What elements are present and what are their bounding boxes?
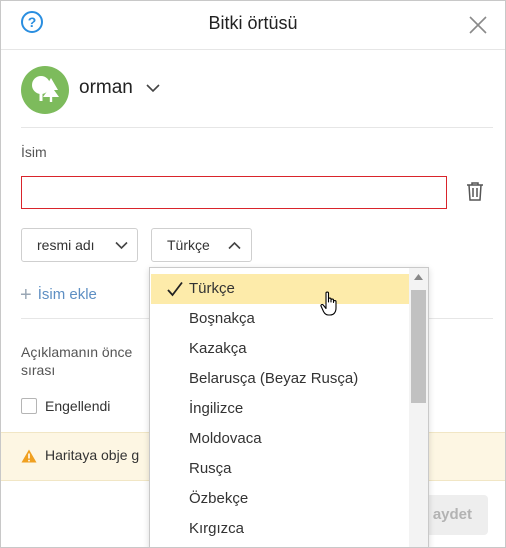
divider [21,318,151,319]
dropdown-scrollbar[interactable] [409,268,428,547]
language-option-label: Rusça [189,460,232,477]
language-option-label: Moldovaca [189,430,262,447]
warning-icon [21,449,37,463]
language-value: Türkçe [167,237,210,253]
hand-cursor-icon [320,291,337,316]
divider [21,127,493,128]
description-order-text: Açıklamanın önce sırası [21,344,133,378]
plus-icon: + [20,284,32,306]
language-option[interactable]: Boşnakça [151,304,409,334]
blocked-label: Engellendi [45,398,111,414]
dialog-header: ? Bitki örtüsü [1,1,505,50]
language-option-label: İngilizce [189,400,244,417]
language-option-label: Türkçe [189,280,235,297]
chevron-up-icon [228,241,241,250]
language-option[interactable]: Kırgızca [151,514,409,544]
chevron-down-icon [115,241,128,250]
category-label[interactable]: orman [79,77,133,99]
dialog-title: Bitki örtüsü [208,13,298,33]
language-option[interactable]: İngilizce [151,394,409,424]
close-icon[interactable] [467,14,489,36]
name-type-select[interactable]: resmi adı [21,228,138,262]
language-option-label: Belarusça (Beyaz Rusça) [189,370,359,387]
language-option[interactable]: Kazakça [151,334,409,364]
name-field-label: İsim [21,144,47,160]
add-name-link[interactable]: + İsim ekle [20,284,97,307]
language-option[interactable]: Türkçe [151,274,409,304]
language-select[interactable]: Türkçe [151,228,252,262]
trees-icon [21,66,69,114]
category-selector[interactable]: orman [21,66,491,114]
blocked-checkbox[interactable] [21,398,37,414]
chevron-down-icon[interactable] [146,83,160,93]
language-option[interactable]: Moldovaca [151,424,409,454]
language-option[interactable]: Belarusça (Beyaz Rusça) [151,364,409,394]
vegetation-dialog: ? Bitki örtüsü orman İsim resmi adı Türk… [0,0,506,548]
scrollbar-thumb[interactable] [411,290,426,403]
add-name-label: İsim ekle [37,286,97,303]
language-option[interactable]: Özbekçe [151,484,409,514]
warning-text: Haritaya obje g [45,447,140,463]
language-option-label: Kırgızca [189,520,245,537]
language-option-label: Kazakça [189,340,247,357]
language-option-label: Boşnakça [189,310,255,327]
name-input[interactable] [21,176,447,209]
language-dropdown: Türkçe Boşnakça Kazakça Belarusça (Beyaz… [149,267,429,547]
name-type-value: resmi adı [37,237,95,253]
check-icon [167,281,183,297]
scroll-up-arrow-icon[interactable] [414,274,423,280]
description-order-label: Açıklamanın önce sırası [21,343,151,379]
language-option-label: Özbekçe [189,490,249,507]
trash-icon[interactable] [466,181,484,201]
language-option[interactable]: Rusça [151,454,409,484]
